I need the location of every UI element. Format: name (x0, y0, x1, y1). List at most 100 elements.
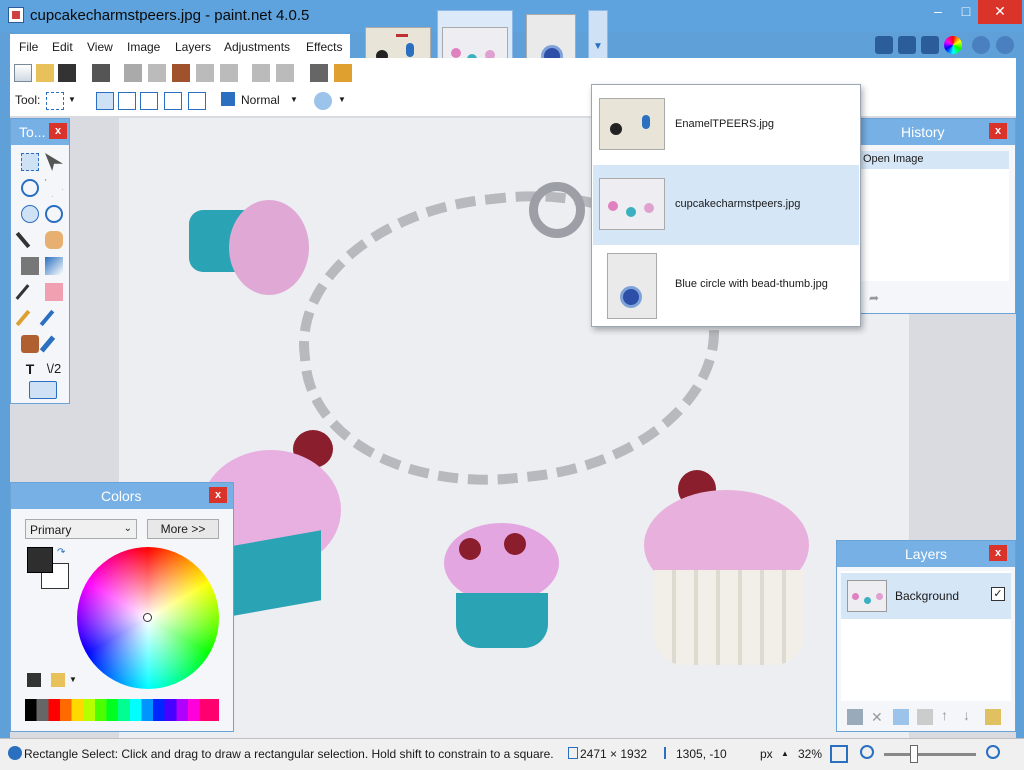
gradient-icon[interactable] (45, 257, 63, 275)
undo-icon[interactable] (252, 64, 270, 82)
swap-colors-icon[interactable]: ↷ (57, 547, 65, 558)
layer-row[interactable]: Background ✓ (841, 573, 1011, 619)
units-select[interactable]: px (760, 747, 773, 761)
ellipse-select-icon[interactable] (21, 205, 39, 223)
history-panel-close-button[interactable]: x (989, 123, 1007, 139)
magic-wand-icon[interactable] (15, 231, 31, 249)
layer-visibility-checkbox[interactable]: ✓ (991, 587, 1005, 601)
move-layer-up-icon[interactable]: ↑ (941, 707, 948, 723)
move-selection-icon[interactable] (45, 179, 63, 197)
palette-select[interactable]: Primary ⌄ (25, 519, 137, 539)
lasso-select-icon[interactable] (21, 179, 39, 197)
rectangle-select-tool-icon[interactable] (46, 92, 64, 110)
tool-label: Tool: (15, 93, 41, 107)
cut-icon[interactable] (124, 64, 142, 82)
zoom-level[interactable]: 32% (798, 747, 822, 761)
add-to-palette-icon[interactable] (27, 673, 41, 687)
zoom-in-icon[interactable] (986, 745, 1000, 759)
menu-adjustments[interactable]: Adjustments (224, 40, 290, 54)
menu-view[interactable]: View (87, 40, 113, 54)
chevron-down-icon[interactable]: ▼ (338, 95, 346, 104)
color-wheel-cursor[interactable] (143, 613, 152, 622)
dropdown-item-cupcake[interactable]: cupcakecharmstpeers.jpg (593, 165, 859, 245)
menu-layers[interactable]: Layers (175, 40, 211, 54)
add-layer-icon[interactable] (847, 709, 863, 725)
chevron-down-icon[interactable]: ▼ (69, 675, 77, 684)
color-picker-icon[interactable] (39, 309, 55, 327)
settings-gear-icon[interactable] (972, 36, 990, 54)
move-selected-icon[interactable] (45, 153, 63, 171)
save-icon[interactable] (58, 64, 76, 82)
menu-effects[interactable]: Effects (306, 40, 342, 54)
chevron-down-icon[interactable]: ▼ (290, 95, 298, 104)
redo-history-icon[interactable]: ➦ (869, 291, 879, 305)
line-curve-icon[interactable]: \/2 (45, 361, 63, 379)
rectangle-select-icon[interactable] (21, 153, 39, 171)
dropdown-item-blue-circle[interactable]: Blue circle with bead-thumb.jpg (593, 245, 859, 325)
zoom-slider-thumb[interactable] (910, 745, 918, 763)
layers-window-icon[interactable] (921, 36, 939, 54)
copy-icon[interactable] (148, 64, 166, 82)
antialiasing-icon[interactable] (314, 92, 332, 110)
layers-panel-close-button[interactable]: x (989, 545, 1007, 561)
tools-panel-header[interactable]: To... x (11, 119, 69, 145)
menu-file[interactable]: File (19, 40, 38, 54)
open-icon[interactable] (36, 64, 54, 82)
pan-icon[interactable] (45, 231, 63, 249)
xor-selection-mode-icon[interactable] (188, 92, 206, 110)
more-colors-button[interactable]: More >> (147, 519, 219, 539)
chevron-down-icon[interactable]: ▼ (68, 95, 76, 104)
zoom-out-icon[interactable] (860, 745, 874, 759)
primary-color-swatch[interactable] (27, 547, 53, 573)
color-palette-strip[interactable] (25, 699, 219, 721)
ruler-icon[interactable] (334, 64, 352, 82)
replace-selection-mode-icon[interactable] (96, 92, 114, 110)
eraser-icon[interactable] (45, 283, 63, 301)
clone-stamp-icon[interactable] (21, 335, 39, 353)
duplicate-layer-icon[interactable] (893, 709, 909, 725)
image-size: 2471 × 1932 (580, 747, 648, 761)
history-panel-header[interactable]: History x (859, 119, 1015, 145)
text-icon[interactable]: T (21, 361, 39, 379)
print-icon[interactable] (92, 64, 110, 82)
colors-panel-header[interactable]: Colors x (11, 483, 233, 509)
chevron-up-icon[interactable]: ▲ (781, 749, 789, 758)
layer-properties-icon[interactable] (985, 709, 1001, 725)
intersect-selection-mode-icon[interactable] (164, 92, 182, 110)
paintbrush-icon[interactable] (15, 284, 30, 300)
colors-window-icon[interactable] (944, 36, 962, 54)
redo-icon[interactable] (276, 64, 294, 82)
palette-options-icon[interactable] (51, 673, 65, 687)
blend-mode-select[interactable]: Normal (241, 93, 280, 107)
history-item[interactable]: Open Image (861, 151, 1009, 169)
zoom-to-window-icon[interactable] (830, 745, 848, 763)
crop-icon[interactable] (196, 64, 214, 82)
colors-panel-close-button[interactable]: x (209, 487, 227, 503)
paint-bucket-icon[interactable] (21, 257, 39, 275)
menu-image[interactable]: Image (127, 40, 160, 54)
history-window-icon[interactable] (898, 36, 916, 54)
help-icon[interactable] (996, 36, 1014, 54)
zoom-icon[interactable] (45, 205, 63, 223)
layers-list: Background ✓ (841, 571, 1011, 701)
merge-layer-icon[interactable] (917, 709, 933, 725)
menu-edit[interactable]: Edit (52, 40, 73, 54)
delete-layer-icon[interactable]: ✕ (871, 709, 883, 726)
close-window-button[interactable]: ✕ (978, 0, 1022, 24)
recolor-icon[interactable] (39, 335, 56, 353)
grid-icon[interactable] (310, 64, 328, 82)
shapes-icon[interactable] (29, 381, 57, 399)
union-selection-mode-icon[interactable] (118, 92, 136, 110)
layers-panel-header[interactable]: Layers x (837, 541, 1015, 567)
zoom-slider[interactable] (884, 753, 976, 756)
pencil-icon[interactable] (15, 309, 31, 327)
paste-icon[interactable] (172, 64, 190, 82)
exclude-selection-mode-icon[interactable] (140, 92, 158, 110)
dropdown-item-enamel[interactable]: EnamelTPEERS.jpg (593, 85, 859, 165)
new-image-icon[interactable] (14, 64, 32, 82)
tools-panel-close-button[interactable]: x (49, 123, 67, 139)
deselect-icon[interactable] (220, 64, 238, 82)
paintnet-app-icon[interactable] (8, 7, 24, 23)
move-layer-down-icon[interactable]: ↓ (963, 707, 970, 723)
tools-window-icon[interactable] (875, 36, 893, 54)
